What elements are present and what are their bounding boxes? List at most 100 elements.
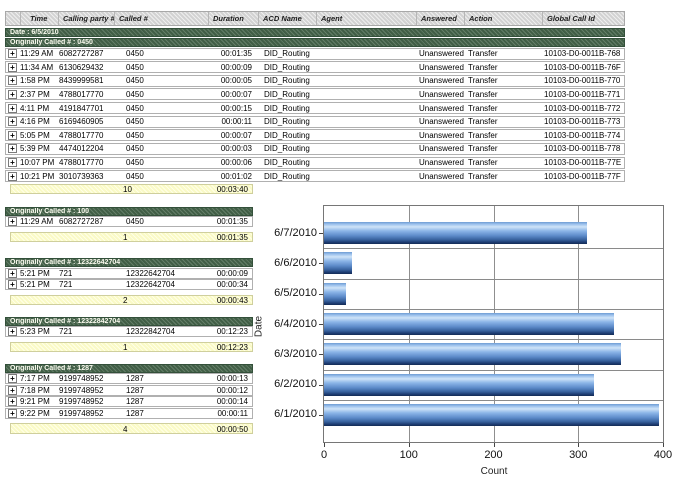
expand-row-button[interactable]: + xyxy=(8,131,17,140)
expand-cell: + xyxy=(6,63,20,72)
expand-cell: + xyxy=(6,104,20,113)
expand-row-button[interactable]: + xyxy=(8,90,17,99)
cell-called: 0450 xyxy=(114,217,208,226)
group-header: Originally Called # : 0450 xyxy=(5,38,625,47)
y-axis-tick xyxy=(319,354,323,355)
cell-called: 0450 xyxy=(114,158,208,167)
expand-row-button[interactable]: + xyxy=(8,409,17,418)
x-axis-tick xyxy=(663,443,664,447)
column-header-action: Action xyxy=(464,12,542,25)
cell-duration: 00:00:07 xyxy=(208,131,258,140)
table-row: +5:39 PM4474012204045000:00:03DID_Routin… xyxy=(5,143,625,155)
chart-bar xyxy=(324,252,352,274)
table-row: +4:16 PM6169460905045000:00:11DID_Routin… xyxy=(5,116,625,128)
cell-calling: 9199748952 xyxy=(58,386,114,395)
summary-total: 00:03:40 xyxy=(217,185,248,194)
expand-row-button[interactable]: + xyxy=(8,327,17,336)
cell-duration: 00:00:14 xyxy=(208,397,252,406)
cell-called: 1287 xyxy=(114,397,208,406)
expand-row-button[interactable]: + xyxy=(8,217,17,226)
expand-cell: + xyxy=(6,49,20,58)
expand-row-button[interactable]: + xyxy=(8,269,17,278)
cell-time: 10:21 PM xyxy=(20,172,58,181)
group-section: Originally Called # : 12322642704+5:21 P… xyxy=(5,258,253,305)
cell-time: 4:16 PM xyxy=(20,117,58,126)
expand-cell: + xyxy=(6,327,20,336)
y-axis-tick-label: 6/1/2010 xyxy=(247,408,317,420)
cell-action: Transfer xyxy=(464,117,542,126)
cell-duration: 00:01:02 xyxy=(208,172,258,181)
expand-cell: + xyxy=(6,117,20,126)
chart-bar xyxy=(324,374,594,396)
expand-row-button[interactable]: + xyxy=(8,49,17,58)
cell-global-id: 10103-D0-0011B-76F xyxy=(542,63,624,72)
group-header: Originally Called # : 100 xyxy=(5,207,253,216)
cell-action: Transfer xyxy=(464,90,542,99)
table-row: +11:29 AM6082727287045000:01:35DID_Routi… xyxy=(5,48,625,60)
cell-duration: 00:01:35 xyxy=(208,49,258,58)
expand-cell: + xyxy=(6,409,20,418)
expand-row-button[interactable]: + xyxy=(8,144,17,153)
cell-action: Transfer xyxy=(464,76,542,85)
cell-called: 0450 xyxy=(114,63,208,72)
expand-row-button[interactable]: + xyxy=(8,374,17,383)
cell-called: 0450 xyxy=(114,90,208,99)
y-axis-tick-label: 6/7/2010 xyxy=(247,227,317,239)
group-section: Originally Called # : 100+11:29 AM608272… xyxy=(5,207,253,243)
group-header: Originally Called # : 12322642704 xyxy=(5,258,253,267)
expand-row-button[interactable]: + xyxy=(8,158,17,167)
expand-row-button[interactable]: + xyxy=(8,117,17,126)
cell-action: Transfer xyxy=(464,63,542,72)
y-axis-tick xyxy=(319,415,323,416)
column-header-global-call-id: Global Call Id xyxy=(542,12,624,25)
cell-global-id: 10103-D0-0011B-77E xyxy=(542,158,624,167)
horizontal-gridline xyxy=(324,248,663,249)
cell-answered: Unanswered xyxy=(416,131,464,140)
expand-cell: + xyxy=(6,144,20,153)
expand-row-button[interactable]: + xyxy=(8,280,17,289)
expand-row-button[interactable]: + xyxy=(8,76,17,85)
expand-row-button[interactable]: + xyxy=(8,172,17,181)
cell-time: 9:22 PM xyxy=(20,409,58,418)
expand-row-button[interactable]: + xyxy=(8,63,17,72)
y-axis-tick-label: 6/5/2010 xyxy=(247,287,317,299)
cell-duration: 00:12:23 xyxy=(208,327,252,336)
cell-global-id: 10103-D0-0011B-771 xyxy=(542,90,624,99)
cell-duration: 00:01:35 xyxy=(208,217,252,226)
expand-cell: + xyxy=(6,280,20,289)
table-row: +7:17 PM9199748952128700:00:13 xyxy=(5,373,253,384)
cell-time: 5:23 PM xyxy=(20,327,58,336)
cell-duration: 00:00:09 xyxy=(208,269,252,278)
cell-duration: 00:00:11 xyxy=(208,409,252,418)
summary-count: 1 xyxy=(123,343,127,352)
table-row: +10:07 PM4788017770045000:00:06DID_Routi… xyxy=(5,157,625,169)
cell-action: Transfer xyxy=(464,144,542,153)
cell-calling: 4788017770 xyxy=(58,90,114,99)
summary-total: 00:12:23 xyxy=(217,343,248,352)
expand-row-button[interactable]: + xyxy=(8,397,17,406)
cell-calling: 6082727287 xyxy=(58,217,114,226)
cell-answered: Unanswered xyxy=(416,90,464,99)
expand-cell: + xyxy=(6,131,20,140)
cell-acd: DID_Routing xyxy=(258,144,316,153)
summary-row: 100:01:35 xyxy=(10,232,253,243)
table-row: +2:37 PM4788017770045000:00:07DID_Routin… xyxy=(5,88,625,100)
cell-called: 12322642704 xyxy=(114,269,208,278)
cell-time: 2:37 PM xyxy=(20,90,58,99)
expand-cell: + xyxy=(6,158,20,167)
cell-duration: 00:00:12 xyxy=(208,386,252,395)
cell-answered: Unanswered xyxy=(416,144,464,153)
x-axis-tick xyxy=(324,443,325,447)
horizontal-gridline xyxy=(324,339,663,340)
column-header-expand xyxy=(6,12,20,25)
expand-row-button[interactable]: + xyxy=(8,104,17,113)
cell-action: Transfer xyxy=(464,104,542,113)
cell-calling: 8439999581 xyxy=(58,76,114,85)
cell-calling: 4191847701 xyxy=(58,104,114,113)
expand-cell: + xyxy=(6,172,20,181)
cell-duration: 00:00:13 xyxy=(208,374,252,383)
cell-acd: DID_Routing xyxy=(258,117,316,126)
expand-row-button[interactable]: + xyxy=(8,386,17,395)
cell-time: 1:58 PM xyxy=(20,76,58,85)
cell-calling: 6082727287 xyxy=(58,49,114,58)
